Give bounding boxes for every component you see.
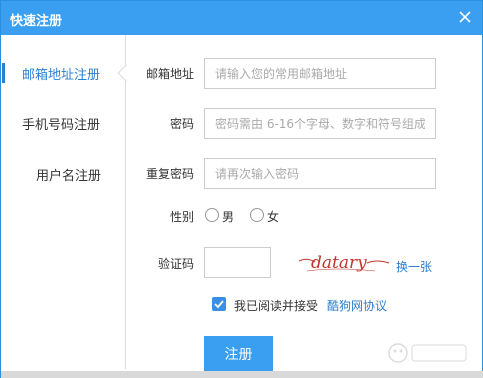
confirm-password-label: 重复密码 [145, 167, 194, 181]
email-label: 邮箱地址 [145, 67, 194, 81]
sidebar-item-phone-register[interactable]: 手机号码注册 [1, 110, 125, 136]
captcha-image[interactable]: datary [297, 247, 391, 277]
check-icon [214, 300, 224, 309]
password-field[interactable] [204, 108, 436, 139]
baidu-jingyan-watermark [388, 343, 467, 363]
gender-female-label: 女 [267, 210, 280, 224]
captcha-field[interactable] [204, 247, 271, 278]
gender-female-radio[interactable] [250, 208, 264, 222]
active-indicator [2, 63, 5, 83]
title-bar: 快速注册 [1, 1, 482, 35]
refresh-captcha-link[interactable]: 换一张 [396, 258, 432, 275]
sidebar-item-label: 手机号码注册 [22, 118, 101, 133]
agreement-checkbox[interactable] [212, 297, 226, 311]
sidebar-item-username-register[interactable]: 用户名注册 [1, 161, 125, 187]
sidebar-item-label: 邮箱地址注册 [22, 68, 101, 83]
register-button[interactable]: 注册 [204, 336, 273, 372]
sidebar-divider [125, 35, 126, 369]
agreement-text: 我已阅读并接受 [234, 299, 319, 313]
dialog-title: 快速注册 [10, 14, 63, 29]
password-label: 密码 [169, 117, 194, 131]
close-icon[interactable] [456, 8, 474, 26]
gender-label: 性别 [169, 210, 194, 224]
registration-dialog: 快速注册 邮箱地址注册 手机号码注册 用户名注册 邮箱地址 密码 重复密码 性别… [0, 0, 483, 378]
email-field[interactable] [204, 58, 436, 89]
gender-male-label: 男 [222, 210, 235, 224]
sidebar-item-label: 用户名注册 [36, 169, 102, 184]
agreement-link[interactable]: 酷狗网协议 [327, 297, 387, 314]
background-strip [1, 371, 483, 378]
sidebar-item-email-register[interactable]: 邮箱地址注册 [1, 60, 125, 86]
registration-method-sidebar: 邮箱地址注册 手机号码注册 用户名注册 [1, 35, 125, 378]
gender-male-radio[interactable] [205, 208, 219, 222]
confirm-password-field[interactable] [204, 158, 436, 189]
captcha-label: 验证码 [157, 257, 194, 271]
